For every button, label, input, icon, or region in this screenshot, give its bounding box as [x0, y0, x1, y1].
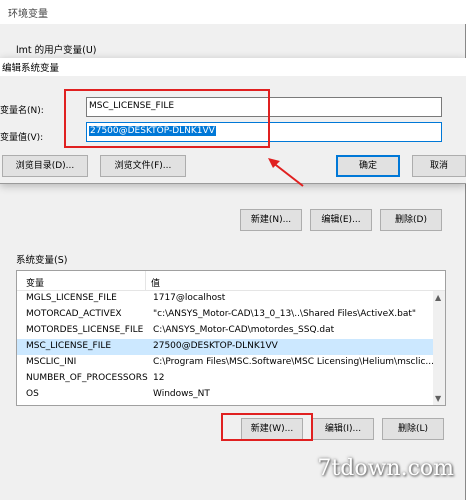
row-value: C:\Program Files\MSC.Software\MSC Licens… [153, 357, 435, 367]
scroll-down-arrow-icon[interactable]: ▼ [435, 394, 441, 403]
row-value: "c:\ANSYS_Motor-CAD\13_0_13\..\Shared Fi… [153, 309, 417, 319]
row-variable: MOTORCAD_ACTIVEX [26, 309, 122, 319]
column-header-value[interactable]: 值 [151, 276, 160, 289]
user-delete-button[interactable]: 删除(D) [380, 209, 442, 231]
variable-name-label: 变量名(N): [0, 106, 44, 116]
row-value: 27500@DESKTOP-DLNK1VV [153, 341, 278, 351]
scroll-up-arrow-icon[interactable]: ▲ [435, 293, 441, 302]
row-variable: MOTORDES_LICENSE_FILE [26, 325, 144, 335]
table-row[interactable]: NUMBER_OF_PROCESSORS 12 [17, 371, 433, 387]
browse-directory-button[interactable]: 浏览目录(D)... [2, 155, 88, 177]
row-value: C:\ANSYS_Motor-CAD\motordes_SSQ.dat [153, 325, 335, 335]
row-variable: MSCLIC_INI [26, 357, 77, 367]
annotation-highlight-inputs [64, 89, 270, 148]
column-header-variable[interactable]: 变量 [26, 276, 44, 289]
browse-file-button[interactable]: 浏览文件(F)... [100, 155, 186, 177]
annotation-highlight-new-button [221, 413, 313, 441]
system-delete-button[interactable]: 删除(L) [382, 418, 444, 440]
watermark-text: 7tdown.com [317, 456, 454, 481]
cancel-button[interactable]: 取消 [412, 155, 466, 177]
table-row[interactable]: MOTORDES_LICENSE_FILE C:\ANSYS_Motor-CAD… [17, 323, 433, 339]
table-header: 变量 值 [17, 271, 445, 291]
dialog-title: 编辑系统变量 [2, 63, 60, 74]
table-row-selected[interactable]: MSC_LICENSE_FILE 27500@DESKTOP-DLNK1VV [17, 339, 433, 355]
row-variable: NUMBER_OF_PROCESSORS [26, 373, 148, 383]
row-variable: MGLS_LICENSE_FILE [26, 293, 117, 303]
user-new-button[interactable]: 新建(N)... [240, 209, 302, 231]
window-title: 环境变量 [8, 9, 48, 20]
dialog-titlebar: 编辑系统变量 [0, 58, 466, 76]
user-vars-label: lmt 的用户变量(U) [16, 45, 97, 56]
edit-system-variable-dialog: 编辑系统变量 变量名(N): MSC_LICENSE_FILE 变量值(V): … [0, 58, 466, 184]
window-titlebar: 环境变量 [0, 0, 466, 24]
row-value: 1717@localhost [153, 293, 226, 303]
ok-button[interactable]: 确定 [336, 155, 400, 177]
row-variable: OS [26, 389, 39, 399]
system-vars-label: 系统变量(S) [16, 255, 68, 266]
column-divider[interactable] [145, 271, 146, 291]
table-row[interactable]: MSCLIC_INI C:\Program Files\MSC.Software… [17, 355, 435, 371]
row-variable: MSC_LICENSE_FILE [26, 341, 112, 351]
variable-value-label: 变量值(V): [0, 133, 44, 143]
table-row[interactable]: OS Windows_NT [17, 387, 433, 403]
table-row[interactable]: MOTORCAD_ACTIVEX "c:\ANSYS_Motor-CAD\13_… [17, 307, 433, 323]
vertical-scrollbar[interactable]: ▲ ▼ [433, 291, 445, 405]
table-row[interactable]: MGLS_LICENSE_FILE 1717@localhost [17, 291, 433, 307]
row-value: Windows_NT [153, 389, 210, 399]
row-value: 12 [153, 373, 165, 383]
system-vars-table[interactable]: 变量 值 MGLS_LICENSE_FILE 1717@localhost MO… [16, 270, 446, 406]
system-edit-button[interactable]: 编辑(I)... [312, 418, 374, 440]
user-edit-button[interactable]: 编辑(E)... [310, 209, 372, 231]
